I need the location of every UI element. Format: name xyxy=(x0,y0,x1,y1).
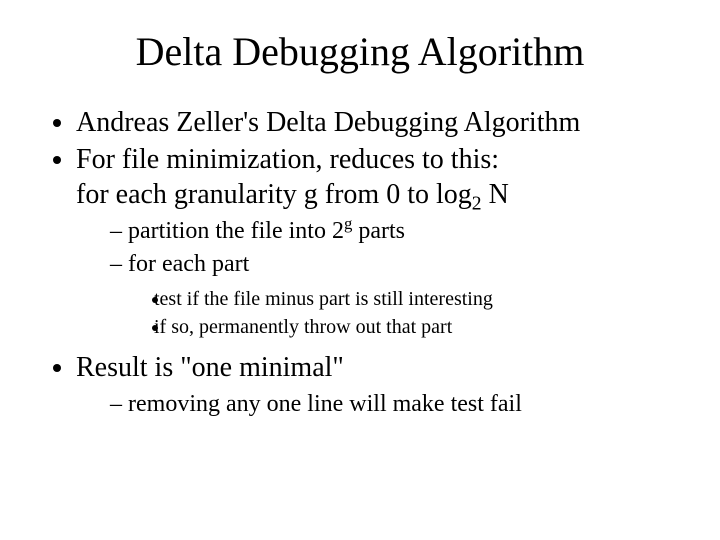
sub-2: for each part test if the file minus par… xyxy=(110,249,672,340)
bullet-3: Result is "one minimal" removing any one… xyxy=(76,350,672,420)
sub-1-pre: partition the file into 2 xyxy=(128,218,344,244)
bullet-3-text: Result is "one minimal" xyxy=(76,352,344,383)
sub-3: removing any one line will make test fai… xyxy=(110,389,672,420)
sub-sub-list: test if the file minus part is still int… xyxy=(126,286,672,340)
slide: Delta Debugging Algorithm Andreas Zeller… xyxy=(0,0,720,540)
bullet-2-text: For file minimization, reduces to this: xyxy=(76,144,499,175)
sub-list-1: partition the file into 2g parts for eac… xyxy=(76,216,672,340)
subsub-1: test if the file minus part is still int… xyxy=(170,286,672,312)
slide-title: Delta Debugging Algorithm xyxy=(48,28,672,75)
bullet-2-line: for each granularity g from 0 to log2 N xyxy=(76,177,672,212)
bullet-1-text: Andreas Zeller's Delta Debugging Algorit… xyxy=(76,107,580,138)
bullet-2-line-text: for each granularity g from 0 to log xyxy=(76,179,472,210)
sub-1-post: parts xyxy=(352,218,405,244)
sub-list-2: removing any one line will make test fai… xyxy=(76,389,672,420)
subsub-1-text: test if the file minus part is still int… xyxy=(154,288,493,310)
bullet-2: For file minimization, reduces to this: … xyxy=(76,142,672,340)
sub-3-text: removing any one line will make test fai… xyxy=(128,391,522,417)
sub-2-text: for each part xyxy=(128,251,249,277)
bullet-2-subscript: 2 xyxy=(472,194,482,215)
subsub-2-text: if so, permanently throw out that part xyxy=(154,316,452,338)
bullet-1: Andreas Zeller's Delta Debugging Algorit… xyxy=(76,105,672,140)
sub-1: partition the file into 2g parts xyxy=(110,216,672,247)
bullet-list: Andreas Zeller's Delta Debugging Algorit… xyxy=(48,105,672,421)
bullet-2-tail: N xyxy=(482,179,509,210)
subsub-2: if so, permanently throw out that part xyxy=(170,314,672,340)
